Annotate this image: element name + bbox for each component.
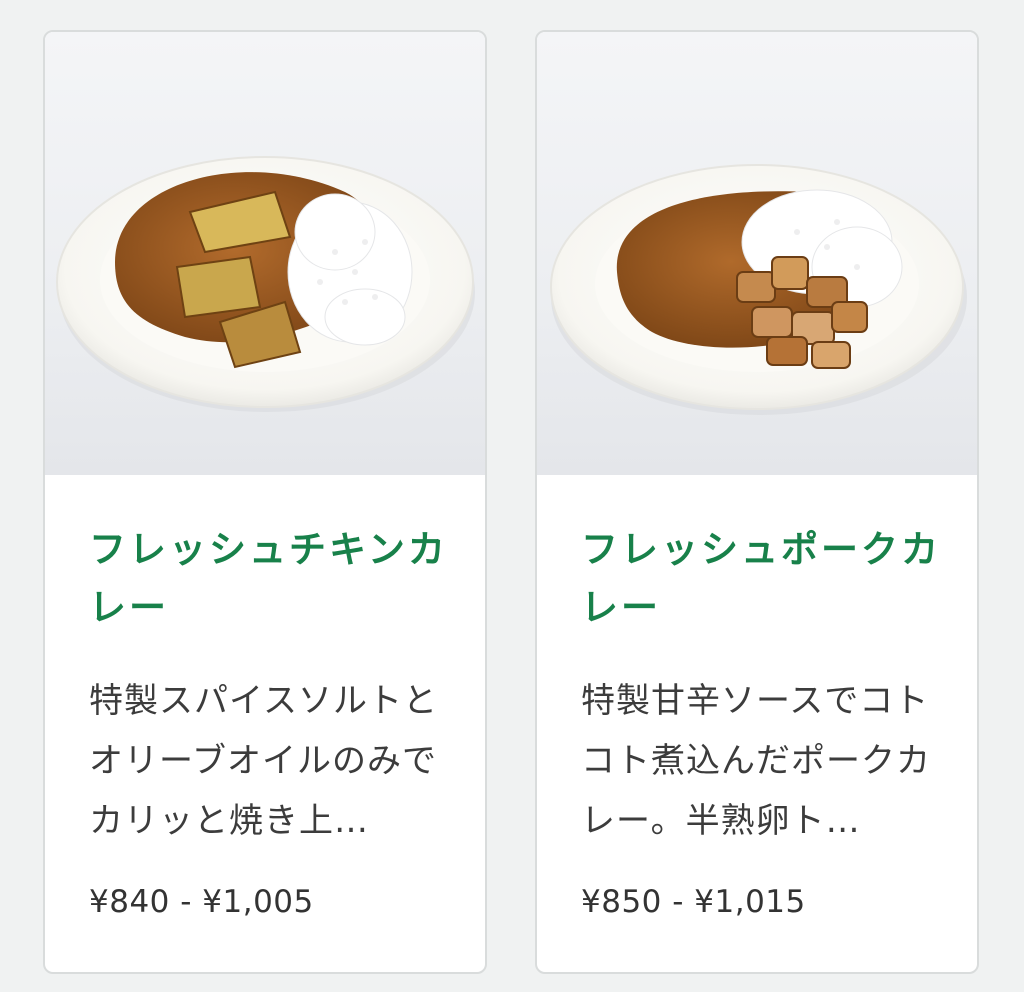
pork-curry-photo [537, 32, 977, 475]
menu-grid: フレッシュチキンカレー 特製スパイスソルトとオリーブオイルのみでカリッと焼き上…… [0, 0, 1024, 992]
chicken-curry-photo [45, 32, 485, 475]
menu-card-chicken-curry[interactable]: フレッシュチキンカレー 特製スパイスソルトとオリーブオイルのみでカリッと焼き上…… [43, 30, 487, 974]
card-content: フレッシュポークカレー 特製甘辛ソースでコトコト煮込んだポークカレー。半熟卵ト… [581, 521, 947, 851]
card-title[interactable]: フレッシュチキンカレー [89, 521, 455, 637]
card-title[interactable]: フレッシュポークカレー [581, 521, 947, 637]
card-content: フレッシュチキンカレー 特製スパイスソルトとオリーブオイルのみでカリッと焼き上… [89, 521, 455, 851]
menu-card-pork-curry[interactable]: フレッシュポークカレー 特製甘辛ソースでコトコト煮込んだポークカレー。半熟卵ト…… [535, 30, 979, 974]
card-description: 特製スパイスソルトとオリーブオイルのみでカリッと焼き上… [89, 681, 438, 841]
card-price: ¥850 - ¥1,015 [581, 884, 806, 920]
card-price: ¥840 - ¥1,005 [89, 884, 314, 920]
card-description: 特製甘辛ソースでコトコト煮込んだポークカレー。半熟卵ト… [581, 681, 931, 841]
